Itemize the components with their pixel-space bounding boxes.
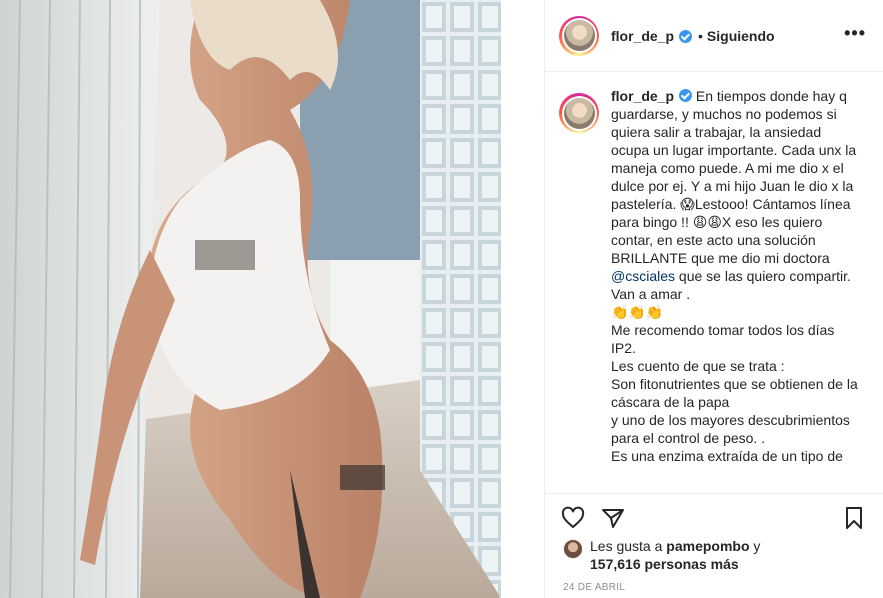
- post-actions: Les gusta a pamepombo y 157,616 personas…: [545, 493, 883, 598]
- author-avatar[interactable]: [559, 15, 599, 56]
- post-caption: flor_de_p En tiempos donde hay q guardar…: [611, 87, 861, 493]
- likes-count[interactable]: 157,616 personas más: [590, 556, 739, 572]
- post-photo[interactable]: [0, 0, 544, 598]
- bookmark-icon[interactable]: [842, 506, 866, 530]
- liker-username[interactable]: pamepombo: [666, 538, 749, 554]
- more-options-icon[interactable]: •••: [844, 24, 866, 42]
- verified-badge-icon: [679, 30, 693, 43]
- verified-badge-icon: [679, 89, 693, 102]
- paper-plane-icon[interactable]: [601, 506, 625, 530]
- likes-prefix: Les gusta a: [590, 538, 667, 554]
- post-header: flor_de_p • Siguiendo •••: [545, 0, 883, 72]
- following-button[interactable]: Siguiendo: [707, 28, 775, 44]
- post-sidebar: flor_de_p • Siguiendo ••• flor_de_p En t…: [544, 0, 883, 598]
- liker-avatar[interactable]: [563, 539, 583, 559]
- caption-avatar[interactable]: [559, 93, 599, 133]
- caption-text-continued: que se las quiero compartir. Van a amar …: [611, 268, 858, 464]
- caption-text: En tiempos donde hay q guardarse, y much…: [611, 88, 861, 266]
- follow-separator: •: [698, 27, 703, 44]
- author-avatar-image: [563, 20, 595, 51]
- caption-username[interactable]: flor_de_p: [611, 88, 674, 104]
- author-username[interactable]: flor_de_p: [611, 28, 674, 44]
- caption-avatar-image: [563, 97, 595, 129]
- photo-letterbox: [501, 0, 544, 598]
- post-date[interactable]: 24 DE ABRIL: [563, 582, 625, 593]
- likes-summary: Les gusta a pamepombo y 157,616 personas…: [563, 537, 760, 573]
- comments-section[interactable]: flor_de_p En tiempos donde hay q guardar…: [545, 73, 883, 493]
- post-image: [0, 0, 544, 598]
- post-modal: flor_de_p • Siguiendo ••• flor_de_p En t…: [0, 0, 883, 598]
- heart-icon[interactable]: [561, 506, 585, 530]
- likes-connector: y: [749, 538, 761, 554]
- mention-link[interactable]: @csciales: [611, 268, 675, 284]
